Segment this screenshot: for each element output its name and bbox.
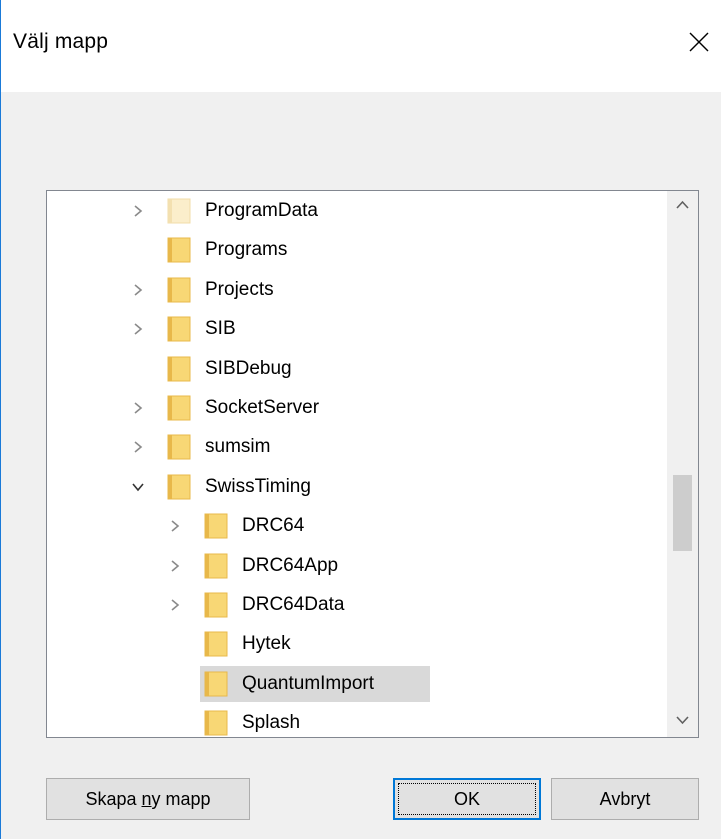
tree-item[interactable]: Splash — [47, 705, 667, 737]
ok-button[interactable]: OK — [393, 778, 541, 820]
tree-item[interactable]: Hytek — [47, 626, 667, 662]
chevron-right-icon[interactable] — [131, 204, 145, 218]
tree-item-label: sumsim — [205, 436, 271, 458]
tree-item[interactable]: Programs — [47, 232, 667, 268]
folder-icon — [167, 316, 191, 342]
tree-item-label: QuantumImport — [242, 672, 374, 694]
tree-item[interactable]: DRC64App — [47, 548, 667, 584]
dialog-content: ProgramData Programs Projects SIB SIBDebug So… — [1, 92, 721, 839]
tree-item-label: Programs — [205, 239, 288, 261]
tree-item[interactable]: QuantumImport — [47, 665, 667, 702]
chevron-right-icon[interactable] — [131, 322, 145, 336]
chevron-right-icon[interactable] — [131, 440, 145, 454]
tree-item[interactable]: SocketServer — [47, 390, 667, 426]
tree-item[interactable]: Projects — [47, 272, 667, 308]
chevron-down-icon[interactable] — [131, 480, 145, 494]
tree-item-label: Projects — [205, 278, 274, 300]
scrollbar-thumb[interactable] — [673, 475, 692, 552]
tree-item[interactable]: SIB — [47, 311, 667, 347]
chevron-down-icon — [676, 716, 689, 725]
folder-icon — [167, 395, 191, 421]
dialog-title: Välj mapp — [13, 30, 109, 53]
tree-item-label: SocketServer — [205, 397, 320, 418]
folder-icon — [204, 513, 228, 539]
folder-icon — [167, 434, 191, 460]
folder-icon — [204, 671, 228, 697]
tree-item[interactable]: DRC64Data — [47, 587, 667, 623]
cancel-label: Avbryt — [599, 789, 651, 809]
folder-picker-dialog: Välj mapp ProgramData Programs Projects SIB… — [0, 0, 721, 839]
vertical-scrollbar[interactable] — [667, 191, 698, 737]
folder-icon — [167, 356, 191, 382]
tree-item-label: SIB — [205, 318, 236, 340]
close-button[interactable] — [677, 20, 721, 64]
tree-item-label: SwissTiming — [205, 475, 311, 497]
tree-item-label: DRC64Data — [242, 594, 345, 615]
tree-item-label: ProgramData — [205, 200, 318, 221]
focus-rectangle — [398, 783, 536, 815]
chevron-right-icon[interactable] — [131, 283, 145, 297]
cancel-button[interactable]: Avbryt — [551, 778, 699, 820]
tree-rows: ProgramData Programs Projects SIB SIBDebug So… — [47, 191, 667, 737]
chevron-right-icon[interactable] — [168, 598, 182, 612]
tree-item[interactable]: SwissTiming — [47, 469, 667, 505]
new-folder-label-prefix: Skapa — [85, 789, 142, 809]
scroll-up-button[interactable] — [667, 191, 698, 221]
chevron-right-icon[interactable] — [168, 559, 182, 573]
folder-icon — [204, 553, 228, 579]
tree-item-label: DRC64 — [242, 515, 305, 537]
tree-item-label: SIBDebug — [205, 357, 292, 379]
folder-icon — [204, 631, 228, 657]
folder-icon — [204, 592, 228, 618]
new-folder-button[interactable]: Skapa ny mapp — [46, 778, 250, 820]
folder-icon — [167, 198, 191, 224]
folder-tree[interactable]: ProgramData Programs Projects SIB SIBDebug So… — [46, 190, 699, 738]
new-folder-label-suffix: y mapp — [151, 789, 211, 809]
chevron-up-icon — [676, 200, 689, 209]
tree-item-label: Hytek — [242, 633, 291, 655]
folder-icon — [167, 237, 191, 263]
tree-item[interactable]: SIBDebug — [47, 351, 667, 387]
chevron-right-icon[interactable] — [168, 519, 182, 533]
tree-item[interactable]: DRC64 — [47, 508, 667, 544]
tree-item[interactable]: ProgramData — [47, 193, 667, 229]
scroll-down-button[interactable] — [667, 707, 698, 737]
title-bar[interactable]: Välj mapp — [1, 0, 721, 92]
folder-icon — [204, 710, 228, 736]
folder-icon — [167, 474, 191, 500]
new-folder-accelerator: n — [141, 789, 152, 809]
tree-item-label: DRC64App — [242, 554, 339, 576]
chevron-right-icon[interactable] — [131, 401, 145, 415]
tree-item-label: Splash — [242, 712, 301, 734]
close-icon — [689, 32, 709, 52]
tree-item[interactable]: sumsim — [47, 429, 667, 465]
folder-icon — [167, 277, 191, 303]
